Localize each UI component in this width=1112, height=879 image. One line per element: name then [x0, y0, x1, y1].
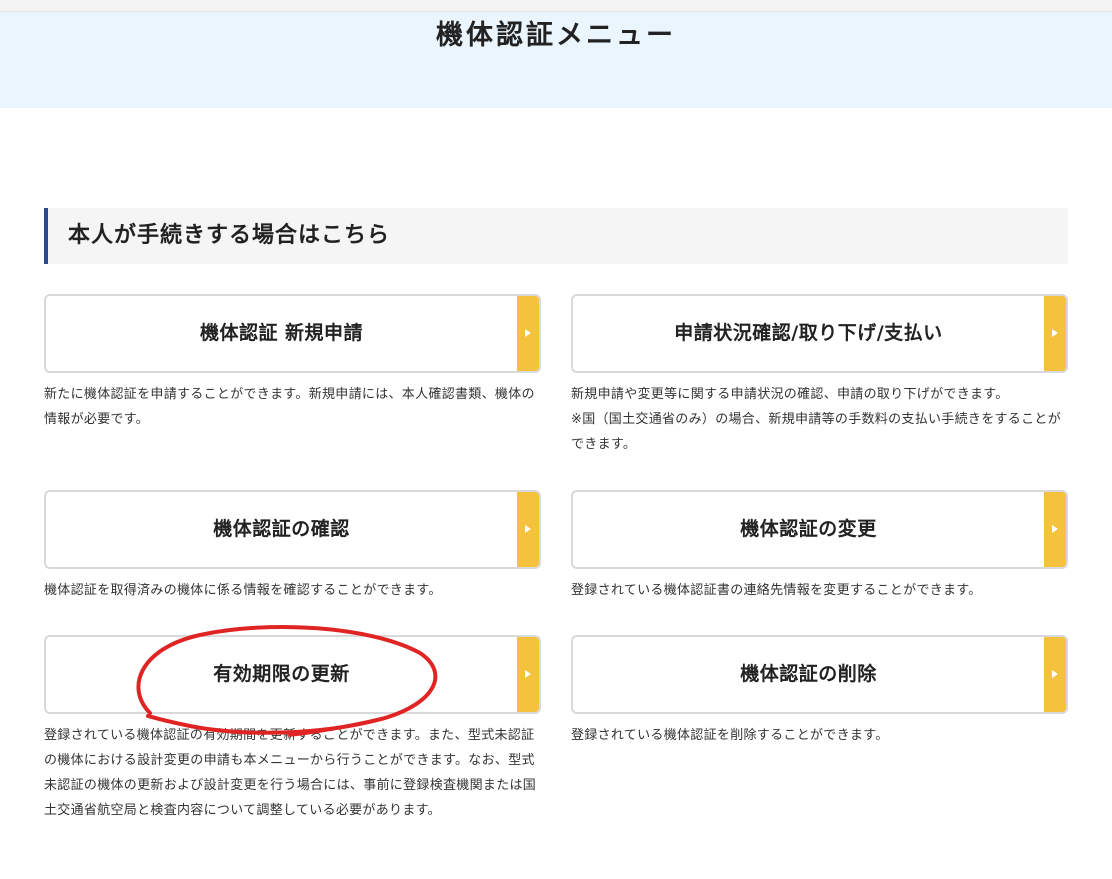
new-application-description: 新たに機体認証を申請することができます。新規申請には、本人確認書類、機体の情報が…	[44, 382, 541, 432]
expiration-renewal-label: 有効期限の更新	[213, 663, 350, 685]
section-heading: 本人が手続きする場合はこちら	[44, 208, 1068, 264]
certification-confirm-description: 機体認証を取得済みの機体に係る情報を確認することができます。	[44, 578, 541, 603]
page-header: 機体認証メニュー	[0, 12, 1112, 108]
page-title: 機体認証メニュー	[436, 20, 676, 51]
arrow-right-icon	[525, 670, 531, 678]
section-heading-text: 本人が手続きする場合はこちら	[68, 223, 391, 248]
card-tab	[1044, 296, 1066, 371]
certification-delete-description: 登録されている機体認証を削除することができます。	[571, 723, 1068, 748]
card-tab	[1044, 637, 1066, 712]
card-tab	[517, 296, 539, 371]
status-withdraw-payment-button[interactable]: 申請状況確認/取り下げ/支払い	[571, 294, 1068, 373]
status-withdraw-payment-label: 申請状況確認/取り下げ/支払い	[674, 322, 943, 344]
certification-confirm-button[interactable]: 機体認証の確認	[44, 490, 541, 569]
card-tab	[517, 637, 539, 712]
card-tab	[1044, 492, 1066, 567]
new-application-label: 機体認証 新規申請	[199, 322, 364, 344]
description-text: 新たに機体認証を申請することができます。新規申請には、本人確認書類、機体の情報が…	[44, 387, 535, 427]
card-tab	[517, 492, 539, 567]
certification-change-description: 登録されている機体認証書の連絡先情報を変更することができます。	[571, 578, 1068, 603]
certification-delete-label: 機体認証の削除	[740, 663, 877, 685]
description-text: 登録されている機体認証の有効期間を更新することができます。また、型式未認証の機体…	[44, 728, 537, 818]
arrow-right-icon	[525, 329, 531, 337]
arrow-right-icon	[1052, 329, 1058, 337]
certification-change-label: 機体認証の変更	[740, 518, 877, 540]
status-withdraw-payment-description: 新規申請や変更等に関する申請状況の確認、申請の取り下げができます。 ※国（国土交…	[571, 382, 1068, 457]
new-application-button[interactable]: 機体認証 新規申請	[44, 294, 541, 373]
arrow-right-icon	[525, 525, 531, 533]
browser-top-strip	[0, 0, 1112, 12]
certification-confirm-label: 機体認証の確認	[213, 518, 350, 540]
description-text: 登録されている機体認証書の連絡先情報を変更することができます。	[571, 583, 982, 598]
expiration-renewal-button[interactable]: 有効期限の更新	[44, 635, 541, 714]
expiration-renewal-description: 登録されている機体認証の有効期間を更新することができます。また、型式未認証の機体…	[44, 723, 541, 823]
certification-delete-button[interactable]: 機体認証の削除	[571, 635, 1068, 714]
certification-change-button[interactable]: 機体認証の変更	[571, 490, 1068, 569]
arrow-right-icon	[1052, 670, 1058, 678]
description-text: 登録されている機体認証を削除することができます。	[571, 728, 889, 743]
arrow-right-icon	[1052, 525, 1058, 533]
description-text: 新規申請や変更等に関する申請状況の確認、申請の取り下げができます。	[571, 387, 1009, 402]
description-note: ※国（国土交通省のみ）の場合、新規申請等の手数料の支払い手続きをすることができま…	[571, 412, 1061, 452]
description-text: 機体認証を取得済みの機体に係る情報を確認することができます。	[44, 583, 442, 598]
